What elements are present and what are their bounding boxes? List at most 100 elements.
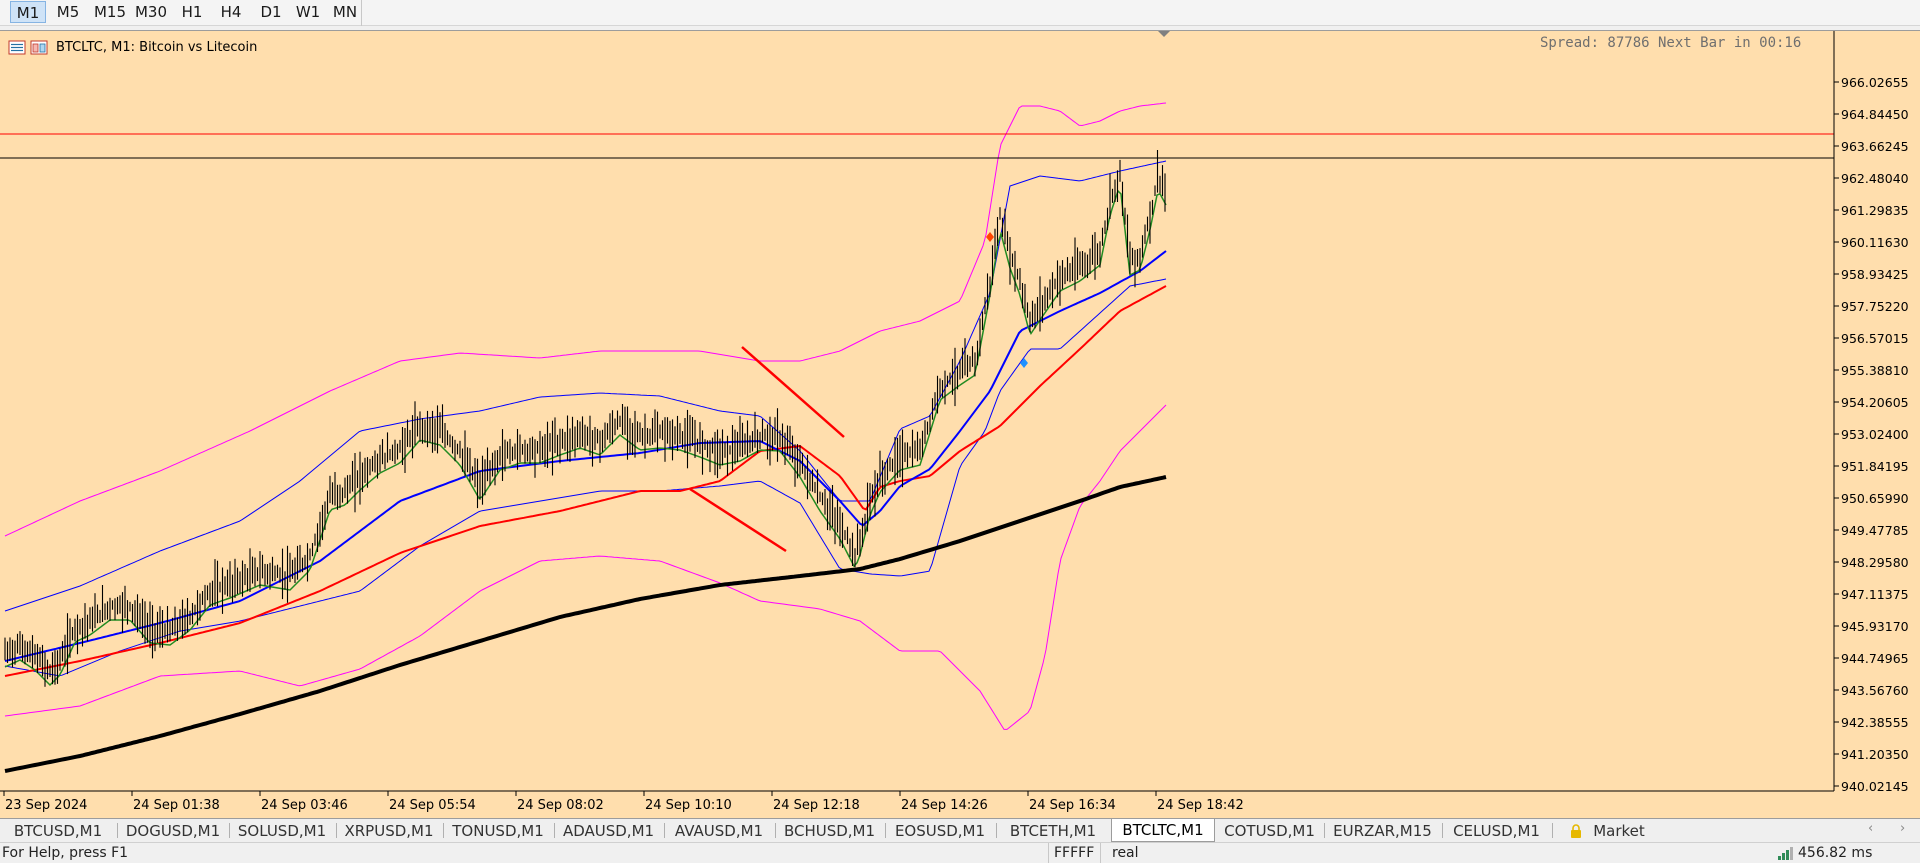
chart-tab-label: TONUSD,M1 (452, 822, 544, 840)
timeframe-toolbar: M1 M5 M15 M30 H1 H4 D1 W1 MN (0, 0, 1920, 26)
timeframe-button-m30[interactable]: M30 (131, 1, 171, 23)
price-axis-label: 949.47785 (1841, 523, 1909, 538)
chart-tab-label: BTCETH,M1 (1009, 822, 1097, 840)
time-axis-label: 24 Sep 14:26 (901, 798, 988, 813)
tabs-scroll-left-button[interactable]: ‹ (1868, 821, 1873, 836)
account-type: real (1112, 845, 1139, 861)
timeframe-button-m1[interactable]: M1 (10, 1, 46, 23)
price-axis-label: 958.93425 (1841, 267, 1909, 282)
price-axis-label: 945.93170 (1841, 619, 1909, 634)
chart-tab-label: SOLUSD,M1 (237, 822, 327, 840)
timeframe-button-m5[interactable]: M5 (50, 1, 86, 23)
time-axis-label: 24 Sep 05:54 (389, 798, 476, 813)
bollinger-outer-upper (4, 102, 1167, 537)
buy-signal-marker (1020, 358, 1028, 368)
chart-tab-label: DOGUSD,M1 (125, 822, 221, 840)
timeframe-button-w1[interactable]: W1 (291, 1, 325, 23)
chart-tab-solusd-m1[interactable]: SOLUSD,M1 (229, 821, 335, 841)
chart-tab-cotusd-m1[interactable]: COTUSD,M1 (1216, 821, 1323, 841)
time-axis-label: 24 Sep 18:42 (1157, 798, 1244, 813)
chart-tab-adausd-m1[interactable]: ADAUSD,M1 (554, 821, 663, 841)
status-divider (1100, 843, 1101, 863)
chart-tabs-bar: ‹ › BTCUSD,M1 DOGUSD,M1 SOLUSD,M1 XRPUSD,M1… (0, 818, 1920, 842)
price-axis-label: 948.29580 (1841, 555, 1909, 570)
chart-tab-bchusd-m1[interactable]: BCHUSD,M1 (775, 821, 884, 841)
price-axis-label: 943.56760 (1841, 683, 1909, 698)
timeframe-button-h1[interactable]: H1 (175, 1, 209, 23)
status-bar: For Help, press F1 FFFFF real 456.82 ms (0, 842, 1920, 863)
time-axis-label: 24 Sep 03:46 (261, 798, 348, 813)
price-axis-label: 942.38555 (1841, 715, 1909, 730)
ma-mid-line (4, 250, 1167, 662)
price-axis-label: 957.75220 (1841, 299, 1909, 314)
price-axis-label: 956.57015 (1841, 331, 1909, 346)
timeframe-button-d1[interactable]: D1 (254, 1, 288, 23)
chart-tab-avausd-m1[interactable]: AVAUSD,M1 (664, 821, 774, 841)
help-hint: For Help, press F1 (2, 845, 129, 861)
chart-tab-label: ADAUSD,M1 (562, 822, 655, 840)
time-axis-label: 24 Sep 08:02 (517, 798, 604, 813)
profile-name: FFFFF (1054, 845, 1095, 861)
timeframe-button-mn[interactable]: MN (329, 1, 361, 23)
price-axis-label: 955.38810 (1841, 363, 1909, 378)
chart-window[interactable]: BTCLTC, M1: Bitcoin vs Litecoin Spread: … (0, 30, 1920, 819)
chart-tab-tonusd-m1[interactable]: TONUSD,M1 (443, 821, 553, 841)
time-axis-label: 24 Sep 16:34 (1029, 798, 1116, 813)
price-axis-label: 966.02655 (1841, 75, 1909, 90)
price-bars (4, 150, 1166, 687)
bollinger-outer-lower (4, 404, 1167, 730)
chart-tab-label: COTUSD,M1 (1224, 822, 1315, 840)
chart-tab-label: BTCLTC,M1 (1122, 821, 1204, 839)
chart-tab-label: CELUSD,M1 (1453, 822, 1540, 840)
price-axis-label: 944.74965 (1841, 651, 1909, 666)
price-axis-label: 961.29835 (1841, 203, 1909, 218)
price-axis-label: 964.84450 (1841, 107, 1909, 122)
price-axis-label: 941.20350 (1841, 747, 1909, 762)
bollinger-inner-lower (4, 278, 1167, 677)
price-axis-label: 960.11630 (1841, 235, 1909, 250)
toolbar-separator (361, 0, 362, 26)
chart-tab-dogusd-m1[interactable]: DOGUSD,M1 (118, 821, 228, 841)
bollinger-bands (4, 102, 1167, 730)
tabs-scroll-right-button[interactable]: › (1900, 821, 1905, 836)
ping-latency: 456.82 ms (1798, 845, 1873, 861)
ma-long-line (4, 475, 1167, 773)
timeframe-button-m15[interactable]: M15 (91, 1, 129, 23)
time-axis-label: 24 Sep 01:38 (133, 798, 220, 813)
price-axis-label: 963.66245 (1841, 139, 1909, 154)
chart-tab-btceth-m1[interactable]: BTCETH,M1 (996, 821, 1110, 841)
connection-signal-icon (1778, 847, 1793, 860)
time-axis-label: 24 Sep 10:10 (645, 798, 732, 813)
chart-tab-xrpusd-m1[interactable]: XRPUSD,M1 (336, 821, 442, 841)
moving-averages (4, 189, 1167, 773)
price-axis-label: 962.48040 (1841, 171, 1909, 186)
chart-tab-eosusd-m1[interactable]: EOSUSD,M1 (885, 821, 995, 841)
price-axis-label: 940.02145 (1841, 779, 1909, 794)
chart-tab-label: EOSUSD,M1 (894, 822, 986, 840)
sell-signal-marker (986, 232, 994, 242)
price-level-lines: 963.14225962.26439 (0, 127, 1908, 166)
price-axis-label: 947.11375 (1841, 587, 1909, 602)
price-axis-label: 950.65990 (1841, 491, 1909, 506)
chart-tab-btcusd-m1[interactable]: BTCUSD,M1 (0, 821, 116, 841)
market-lock-icon (1571, 824, 1582, 838)
chart-tab-label: BTCUSD,M1 (13, 822, 103, 840)
price-chart[interactable]: 963.14225962.26439 966.02655 964.84450 963… (0, 31, 1920, 819)
status-divider (1048, 843, 1049, 863)
price-axis-label: 953.02400 (1841, 427, 1909, 442)
chart-tab-label: AVAUSD,M1 (674, 822, 764, 840)
time-axis-label: 24 Sep 12:18 (773, 798, 860, 813)
chart-tab-btcltc-m1[interactable]: BTCLTC,M1 (1111, 819, 1215, 842)
time-axis-label: 23 Sep 2024 (5, 798, 87, 813)
chart-tab-label: BCHUSD,M1 (783, 822, 876, 840)
price-axis-label: 951.84195 (1841, 459, 1909, 474)
chart-tab-label: Market (1593, 822, 1645, 840)
price-axis-label: 954.20605 (1841, 395, 1909, 410)
chart-tab-label: XRPUSD,M1 (344, 822, 434, 840)
chart-tab-market[interactable]: Market (1552, 821, 1662, 841)
timeframe-button-h4[interactable]: H4 (214, 1, 248, 23)
chart-shift-marker[interactable] (1158, 31, 1170, 37)
chart-tab-celusd-m1[interactable]: CELUSD,M1 (1442, 821, 1551, 841)
trendline-lower[interactable] (689, 487, 787, 553)
chart-tab-eurzar-m15[interactable]: EURZAR,M15 (1324, 821, 1441, 841)
